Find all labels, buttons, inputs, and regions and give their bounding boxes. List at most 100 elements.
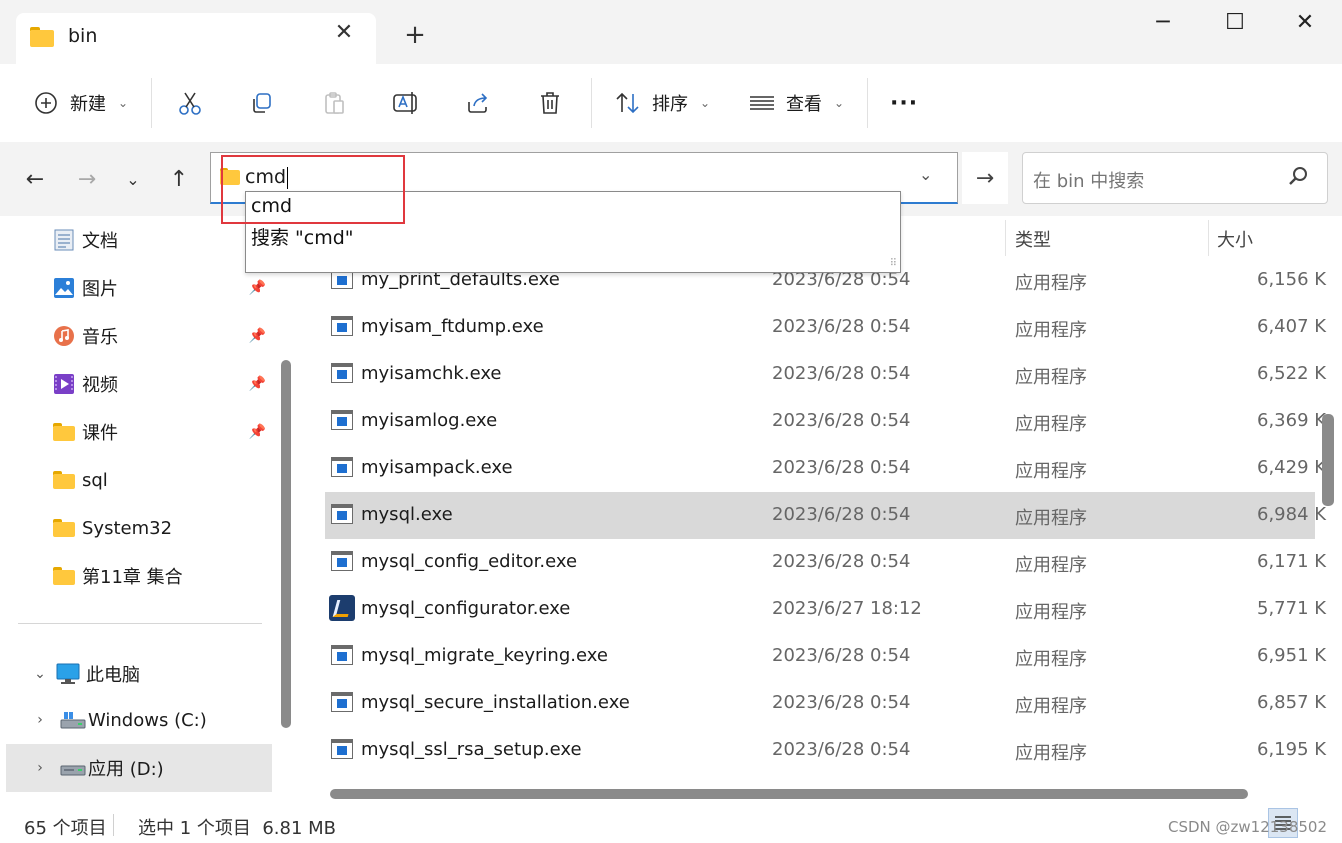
rename-button[interactable] (392, 86, 420, 120)
toolbar-divider (151, 78, 152, 128)
status-bar: 65 个项目 选中 1 个项目 6.81 MB CSDN @zw12138502 (0, 806, 1342, 843)
computer-icon (56, 662, 82, 686)
up-arrow-icon[interactable]: ↑ (162, 162, 196, 196)
paste-button[interactable] (320, 86, 348, 120)
pin-icon[interactable]: 📌 (249, 424, 266, 440)
table-row[interactable]: mysql.exe 2023/6/28 0:54 应用程序 6,984 K (325, 492, 1326, 539)
file-date: 2023/6/27 18:12 (772, 598, 922, 619)
view-icon (748, 89, 776, 117)
view-button[interactable]: 查看 ⌄ (748, 86, 844, 120)
file-date: 2023/6/28 0:54 (772, 504, 911, 525)
table-row[interactable]: mysql_migrate_keyring.exe 2023/6/28 0:54 应… (325, 633, 1326, 680)
table-row[interactable]: mysql_ssl_rsa_setup.exe 2023/6/28 0:54 应用程… (325, 727, 1326, 774)
scissors-icon (176, 89, 204, 117)
sort-button[interactable]: 排序 ⌄ (614, 86, 710, 120)
search-icon[interactable] (1287, 165, 1311, 189)
recent-locations-chevron-icon[interactable]: ⌄ (116, 162, 150, 196)
toolbar-divider (867, 78, 868, 128)
new-button[interactable]: 新建 ⌄ (32, 86, 128, 120)
file-name: mysql_config_editor.exe (361, 551, 578, 572)
new-tab-button[interactable]: + (402, 22, 428, 48)
file-size: 6,171 K (1257, 551, 1327, 572)
sidebar-item-courseware[interactable]: 课件 📌 (0, 410, 272, 454)
horizontal-scrollbar[interactable] (330, 789, 1248, 799)
delete-button[interactable] (536, 86, 564, 120)
file-date: 2023/6/28 0:54 (772, 457, 911, 478)
folder-icon (52, 564, 76, 588)
close-tab-icon[interactable]: ✕ (332, 21, 356, 45)
sidebar-item-music[interactable]: 音乐 📌 (0, 314, 272, 358)
sidebar-item-videos[interactable]: 视频 📌 (0, 362, 272, 406)
file-name: myisamlog.exe (361, 410, 498, 431)
sidebar-divider (18, 623, 262, 624)
cut-button[interactable] (176, 86, 204, 120)
chevron-right-icon[interactable]: › (28, 712, 52, 728)
sidebar-item-label: 第11章 集合 (82, 567, 183, 588)
file-type: 应用程序 (1015, 649, 1087, 670)
column-divider (1208, 220, 1209, 256)
sidebar-item-label: 文档 (82, 231, 118, 252)
copy-button[interactable] (248, 86, 276, 120)
table-row[interactable]: myisamchk.exe 2023/6/28 0:54 应用程序 6,522 K (325, 351, 1326, 398)
sidebar-item-drive-d[interactable]: › 应用 (D:) (6, 744, 272, 792)
table-row[interactable]: myisam_ftdump.exe 2023/6/28 0:54 应用程序 6,407… (325, 304, 1326, 351)
exe-file-icon (331, 457, 353, 477)
toolbar-divider (591, 78, 592, 128)
chevron-down-icon: ⌄ (118, 96, 129, 110)
share-button[interactable] (464, 86, 492, 120)
go-arrow-icon[interactable]: → (962, 152, 1008, 204)
sidebar-item-chapter11[interactable]: 第11章 集合 (0, 554, 272, 598)
sidebar-scrollbar[interactable] (281, 360, 291, 728)
sidebar-item-system32[interactable]: System32 (0, 506, 272, 550)
tab-bin[interactable]: bin ✕ (16, 13, 376, 65)
table-row[interactable]: myisamlog.exe 2023/6/28 0:54 应用程序 6,369 K (325, 398, 1326, 445)
close-window-button[interactable]: ✕ (1280, 6, 1330, 40)
search-input[interactable]: 在 bin 中搜索 (1033, 167, 1144, 193)
vertical-scrollbar[interactable] (1322, 414, 1334, 506)
exe-file-icon (331, 645, 353, 665)
sidebar-item-sql[interactable]: sql (0, 458, 272, 502)
suggestion-item[interactable]: 搜索 "cmd" (251, 223, 354, 250)
maximize-button[interactable]: ☐ (1210, 6, 1260, 40)
file-type: 应用程序 (1015, 414, 1087, 435)
file-name: myisam_ftdump.exe (361, 316, 544, 337)
table-row[interactable]: mysql_config_editor.exe 2023/6/28 0:54 应用程… (325, 539, 1326, 586)
table-row[interactable]: mysql_secure_installation.exe 2023/6/28 0… (325, 680, 1326, 727)
file-date: 2023/6/28 0:54 (772, 363, 911, 384)
sidebar-item-documents[interactable]: 文档 (0, 218, 272, 262)
file-name: myisampack.exe (361, 457, 513, 478)
table-row[interactable]: myisampack.exe 2023/6/28 0:54 应用程序 6,429 K (325, 445, 1326, 492)
minimize-button[interactable]: ─ (1138, 6, 1188, 40)
search-box[interactable]: 在 bin 中搜索 (1022, 152, 1328, 204)
exe-file-icon (331, 504, 353, 524)
file-type: 应用程序 (1015, 461, 1087, 482)
sidebar-item-this-pc[interactable]: ⌄ 此电脑 (6, 650, 272, 698)
view-label: 查看 (786, 94, 822, 115)
column-header-size[interactable]: 大小 (1217, 226, 1253, 252)
tab-title: bin (68, 25, 98, 47)
exe-file-icon (331, 410, 353, 430)
sidebar-item-pictures[interactable]: 图片 📌 (0, 266, 272, 310)
file-size: 6,522 K (1257, 363, 1327, 384)
forward-arrow-icon[interactable]: → (70, 162, 104, 196)
file-size: 6,369 K (1257, 410, 1327, 431)
file-name: mysql_migrate_keyring.exe (361, 645, 608, 666)
column-header-type[interactable]: 类型 (1015, 226, 1051, 252)
pin-icon[interactable]: 📌 (249, 376, 266, 392)
resize-grip-icon[interactable]: ⠿ (890, 258, 897, 269)
file-type: 应用程序 (1015, 508, 1087, 529)
pin-icon[interactable]: 📌 (249, 280, 266, 296)
more-options-button[interactable]: ··· (890, 86, 918, 120)
sidebar-item-drive-c[interactable]: › Windows (C:) (6, 696, 272, 744)
back-arrow-icon[interactable]: ← (18, 162, 52, 196)
chevron-down-icon[interactable]: ⌄ (919, 165, 932, 184)
table-row[interactable]: mysql_configurator.exe 2023/6/27 18:12 应用程… (325, 586, 1326, 633)
file-list: 类型 大小 my_print_defaults.exe 2023/6/28 0:5… (298, 216, 1342, 806)
title-bar: bin ✕ + ─ ☐ ✕ (0, 0, 1342, 65)
file-type: 应用程序 (1015, 696, 1087, 717)
chevron-down-icon[interactable]: ⌄ (28, 666, 52, 682)
chevron-right-icon[interactable]: › (28, 760, 52, 776)
pin-icon[interactable]: 📌 (249, 328, 266, 344)
video-icon (52, 372, 76, 396)
file-name: myisamchk.exe (361, 363, 502, 384)
